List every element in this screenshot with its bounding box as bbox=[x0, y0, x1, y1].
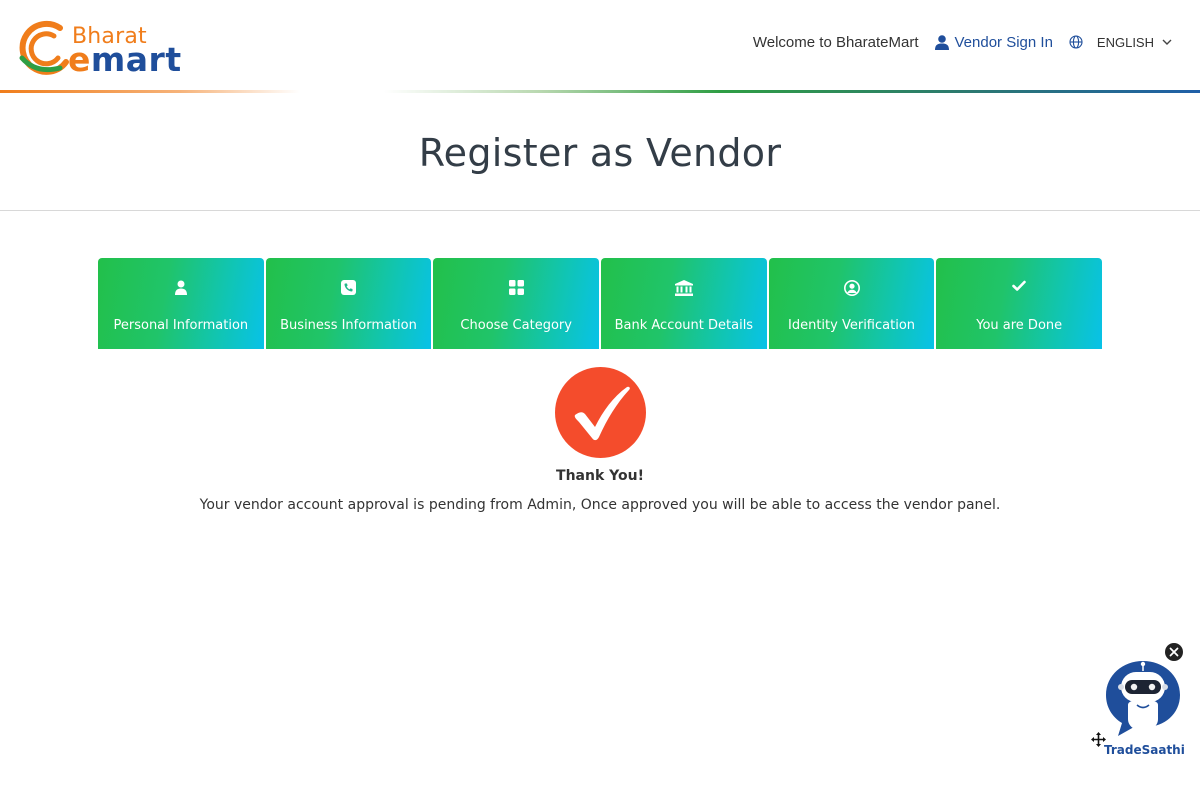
step-label: Business Information bbox=[280, 318, 417, 333]
step-identity-verification[interactable]: Identity Verification bbox=[768, 258, 935, 349]
grid-icon bbox=[508, 280, 524, 295]
welcome-text: Welcome to BharateMart bbox=[752, 33, 919, 51]
approval-pending-message: Your vendor account approval is pending … bbox=[199, 497, 1001, 513]
logo-mark-icon bbox=[19, 20, 69, 75]
user-circle-icon bbox=[843, 280, 860, 296]
language-label: ENGLISH bbox=[1096, 34, 1154, 50]
top-nav: Welcome to BharateMart Vendor Sign In EN… bbox=[753, 31, 1172, 53]
registration-steps: Personal Information Business Informatio… bbox=[98, 258, 1103, 349]
logo-text-emart: emart bbox=[68, 40, 182, 79]
chatbot-name[interactable]: TradeSaathi bbox=[1104, 743, 1185, 757]
step-bank-account-details[interactable]: Bank Account Details bbox=[601, 258, 767, 349]
chatbot-avatar-icon[interactable] bbox=[1104, 659, 1182, 737]
language-selector[interactable]: ENGLISH bbox=[1069, 35, 1172, 50]
page-title: Register as Vendor bbox=[418, 131, 782, 175]
step-personal-information[interactable]: Personal Information bbox=[98, 258, 264, 349]
title-section: Register as Vendor bbox=[0, 93, 1200, 211]
success-check-icon bbox=[555, 367, 646, 458]
logo[interactable]: Bharat emart bbox=[16, 16, 181, 79]
step-choose-category[interactable]: Choose Category bbox=[433, 258, 600, 349]
user-icon bbox=[174, 280, 187, 295]
step-business-information[interactable]: Business Information bbox=[265, 258, 432, 349]
step-label: You are Done bbox=[976, 318, 1063, 333]
vendor-signin-label: Vendor Sign In bbox=[954, 33, 1053, 51]
phone-icon bbox=[341, 280, 356, 295]
header: Bharat emart Welcome to BharateMart Vend… bbox=[0, 0, 1200, 93]
step-label: Identity Verification bbox=[788, 318, 916, 333]
step-you-are-done[interactable]: You are Done bbox=[936, 258, 1103, 349]
thank-you-heading: Thank You! bbox=[556, 468, 644, 484]
step-label: Choose Category bbox=[460, 318, 572, 333]
step-label: Bank Account Details bbox=[614, 318, 754, 333]
chevron-down-icon bbox=[1162, 39, 1172, 45]
logo-text-e: e bbox=[68, 40, 91, 79]
user-icon bbox=[934, 34, 949, 50]
bank-icon bbox=[674, 280, 693, 296]
check-icon bbox=[1012, 280, 1026, 291]
globe-icon bbox=[1069, 35, 1083, 49]
vendor-signin-link[interactable]: Vendor Sign In bbox=[934, 33, 1053, 51]
step-label: Personal Information bbox=[113, 318, 249, 333]
logo-text-mart: mart bbox=[90, 40, 182, 79]
